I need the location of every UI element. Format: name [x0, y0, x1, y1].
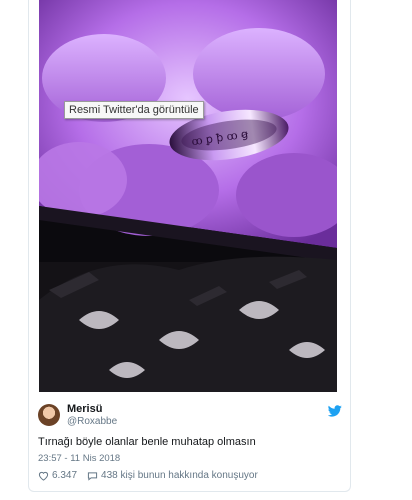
tweet-photo[interactable]: ꝏ ꝑ ꝥ ꝏ ꞡ — [39, 0, 337, 392]
reply-button[interactable]: 438 kişi bunun hakkında konuşuyor — [87, 470, 258, 481]
tweet-actions: 6.347 438 kişi bunun hakkında konuşuyor — [38, 470, 268, 481]
user-handle[interactable]: @Roxabbe — [67, 416, 117, 427]
twitter-bird-icon[interactable] — [327, 404, 342, 422]
avatar[interactable] — [38, 404, 60, 426]
tweet: Merisü @Roxabbe Tırnağı böyle olanlar be… — [28, 392, 351, 492]
view-image-tooltip: Resmi Twitter'da görüntüle — [64, 101, 204, 119]
display-name[interactable]: Merisü — [67, 403, 102, 415]
like-button[interactable]: 6.347 — [38, 470, 77, 481]
comment-icon — [87, 471, 98, 481]
tweet-text: Tırnağı böyle olanlar benle muhatap olma… — [38, 436, 256, 448]
photo-image: ꝏ ꝑ ꝥ ꝏ ꞡ — [39, 0, 337, 392]
tweet-timestamp[interactable]: 23:57 - 11 Nis 2018 — [38, 453, 120, 464]
heart-icon — [38, 471, 49, 481]
conversation-text: 438 kişi bunun hakkında konuşuyor — [101, 470, 258, 481]
like-count: 6.347 — [52, 470, 78, 481]
